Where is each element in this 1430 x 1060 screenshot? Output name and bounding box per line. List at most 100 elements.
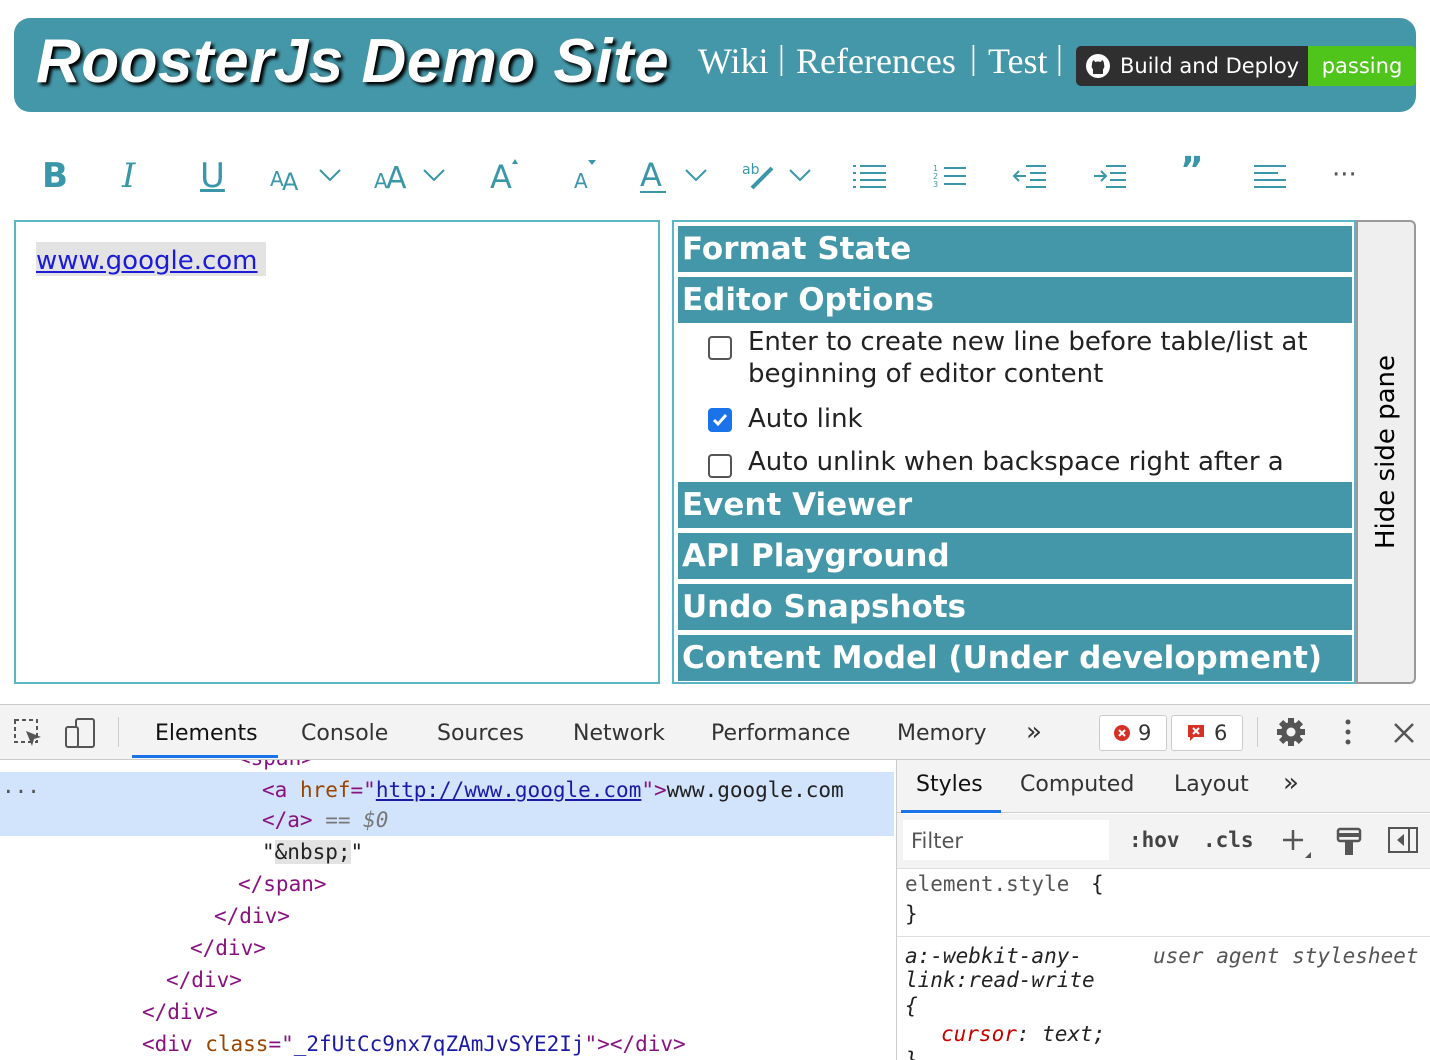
dom-div-class-line[interactable]: <div class="_2fUtCc9nx7qZAmJvSYE2Ij"></d… xyxy=(142,1032,686,1056)
styles-filter-input[interactable]: Filter xyxy=(903,820,1109,860)
close-devtools-icon[interactable] xyxy=(1392,721,1416,745)
highlight-button[interactable]: ab xyxy=(742,156,818,196)
issues-count: 6 xyxy=(1214,721,1228,745)
svg-text:A: A xyxy=(282,168,299,196)
dom-span-close: </span> xyxy=(238,872,327,896)
badge-status: passing xyxy=(1321,54,1403,78)
dom-span-open: <span> xyxy=(238,760,314,770)
option-checkbox[interactable] xyxy=(708,454,732,478)
outdent-icon[interactable] xyxy=(1012,162,1048,192)
tab-elements[interactable]: Elements xyxy=(155,721,258,746)
active-tab-indicator xyxy=(901,810,1001,813)
option-label: Enter to create new line before table/li… xyxy=(748,327,1308,389)
divider xyxy=(897,936,1430,937)
settings-gear-icon[interactable] xyxy=(1276,717,1306,747)
option-checkbox[interactable] xyxy=(708,408,732,432)
brace-open: { xyxy=(905,994,918,1018)
dom-div-close: </div> xyxy=(166,968,242,992)
svg-text:ab: ab xyxy=(742,162,760,178)
build-status-badge[interactable]: Build and Deploy passing xyxy=(1076,46,1416,86)
editor-link[interactable]: www.google.com xyxy=(36,242,266,276)
dom-div-close: </div> xyxy=(190,936,266,960)
error-count-badge[interactable]: 9 xyxy=(1099,715,1167,751)
option-label: Auto unlink when backspace right after a xyxy=(748,447,1284,477)
tab-console[interactable]: Console xyxy=(301,721,388,746)
chevron-down-icon xyxy=(685,169,707,182)
active-tab-indicator xyxy=(132,755,278,758)
rule-selector: link:read-write xyxy=(905,968,1095,992)
github-icon xyxy=(1086,54,1110,78)
tab-performance[interactable]: Performance xyxy=(711,721,850,746)
bold-button[interactable]: B xyxy=(42,156,68,196)
rule-origin: user agent stylesheet xyxy=(1153,944,1419,968)
elements-dom-tree[interactable]: <span> ··· <a href="http://www.google.co… xyxy=(0,760,894,1060)
rule-declaration: cursor: text; xyxy=(941,1022,1106,1046)
dom-anchor-close: </a> == $0 xyxy=(262,808,389,832)
href-value[interactable]: http://www.google.com xyxy=(376,778,642,802)
increase-font-size-icon[interactable]: A xyxy=(488,154,524,194)
underline-button[interactable]: U xyxy=(200,156,225,196)
more-tabs-icon[interactable]: » xyxy=(1026,717,1042,747)
references-link[interactable]: References xyxy=(796,40,956,82)
node-ellipsis-icon[interactable]: ··· xyxy=(2,780,40,804)
dom-div-close: </div> xyxy=(214,904,290,928)
more-icon[interactable]: ··· xyxy=(1332,160,1357,190)
brace-open: { xyxy=(1091,872,1104,896)
font-button[interactable]: A A xyxy=(268,156,348,196)
hov-toggle[interactable]: :hov xyxy=(1129,828,1180,852)
devtools-tab-bar: Elements Console Sources Network Perform… xyxy=(0,704,1430,760)
dom-anchor-line[interactable]: <a href="http://www.google.com">www.goog… xyxy=(262,778,844,802)
error-count: 9 xyxy=(1138,721,1152,745)
decrease-font-size-icon[interactable]: A xyxy=(570,156,606,196)
badge-label: Build and Deploy xyxy=(1120,54,1300,78)
section-content-model[interactable]: Content Model (Under development) xyxy=(678,635,1352,681)
tab-network[interactable]: Network xyxy=(573,721,665,746)
option-label: Auto link xyxy=(748,404,863,434)
quote-button[interactable]: ” xyxy=(1180,150,1204,191)
wiki-link[interactable]: Wiki xyxy=(698,40,769,82)
tab-sources[interactable]: Sources xyxy=(437,721,524,746)
chevron-down-icon xyxy=(423,169,445,182)
section-api-playground[interactable]: API Playground xyxy=(678,533,1352,579)
toggle-sidebar-icon[interactable] xyxy=(1387,826,1419,856)
section-format-state[interactable]: Format State xyxy=(678,226,1352,272)
add-rule-icon[interactable] xyxy=(1279,826,1313,860)
more-tabs-icon[interactable]: » xyxy=(1283,768,1299,798)
section-editor-options[interactable]: Editor Options xyxy=(678,277,1352,323)
svg-text:A: A xyxy=(574,169,588,193)
indent-icon[interactable] xyxy=(1092,162,1128,192)
text-color-button[interactable]: A xyxy=(638,156,714,196)
tab-memory[interactable]: Memory xyxy=(897,721,986,746)
editor-content[interactable]: www.google.com xyxy=(14,220,660,684)
bullet-list-icon[interactable] xyxy=(852,162,888,192)
more-options-icon[interactable] xyxy=(1338,717,1358,747)
paint-brush-icon[interactable] xyxy=(1335,826,1365,858)
device-toolbar-icon[interactable] xyxy=(64,717,98,751)
section-undo-snapshots[interactable]: Undo Snapshots xyxy=(678,584,1352,630)
svg-text:A: A xyxy=(490,158,512,194)
hide-side-pane-label: Hide side pane xyxy=(1371,355,1401,549)
numbered-list-icon[interactable]: 123 xyxy=(932,162,968,192)
hide-side-pane-button[interactable]: Hide side pane xyxy=(1356,220,1416,684)
option-checkbox[interactable] xyxy=(708,336,732,360)
element-style-selector[interactable]: element.style xyxy=(905,872,1069,896)
checkmark-icon xyxy=(712,414,728,427)
issues-count-badge[interactable]: 6 xyxy=(1171,715,1243,751)
brace-close: } xyxy=(905,1048,918,1060)
dom-nbsp-text: "&nbsp;" xyxy=(262,840,364,864)
italic-button[interactable]: I xyxy=(122,156,135,196)
tab-layout[interactable]: Layout xyxy=(1174,772,1249,797)
cls-toggle[interactable]: .cls xyxy=(1203,828,1254,852)
dom-div-close: </div> xyxy=(142,1000,218,1024)
svg-text:3: 3 xyxy=(933,180,938,189)
test-link[interactable]: Test xyxy=(988,40,1047,82)
section-event-viewer[interactable]: Event Viewer xyxy=(678,482,1352,528)
align-left-icon[interactable] xyxy=(1252,162,1288,192)
tab-styles[interactable]: Styles xyxy=(916,772,983,797)
site-title: RoosterJs Demo Site xyxy=(36,27,670,96)
divider xyxy=(118,717,119,747)
font-size-button[interactable]: A A xyxy=(372,156,452,196)
tab-computed[interactable]: Computed xyxy=(1020,772,1134,797)
inspect-element-icon[interactable] xyxy=(14,719,44,749)
header-separator: | xyxy=(1056,40,1063,77)
